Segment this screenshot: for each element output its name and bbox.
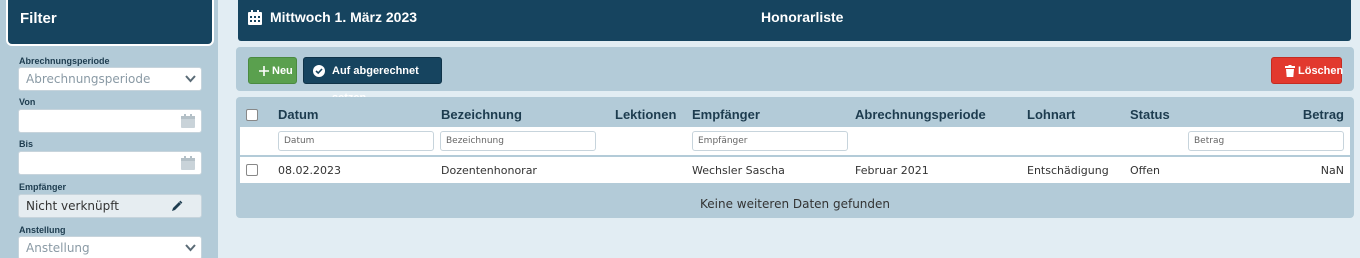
column-header-period[interactable]: Abrechnungsperiode [855,107,986,122]
new-button[interactable]: Neu [248,57,297,84]
row-checkbox[interactable] [246,164,258,176]
cell-status: Offen [1130,164,1160,177]
filter-title: Filter [20,10,57,27]
employment-select-value: Anstellung [26,241,90,255]
amount-filter-input[interactable]: Betrag [1188,131,1344,151]
column-header-lessons[interactable]: Lektionen [615,107,676,122]
pencil-icon[interactable] [171,200,183,212]
select-all-checkbox[interactable] [246,109,258,121]
calendar-icon[interactable] [181,114,195,128]
column-header-status[interactable]: Status [1130,107,1170,122]
chevron-down-icon [185,75,196,83]
cell-period: Februar 2021 [855,164,929,177]
date-filter-input[interactable]: Datum [278,131,434,151]
page-title: Honorarliste [761,9,844,25]
current-date: Mittwoch 1. März 2023 [270,9,418,25]
chevron-down-icon [185,244,196,252]
calendar-icon[interactable] [181,156,195,170]
cell-date: 08.02.2023 [278,164,341,177]
from-label: Von [19,97,36,107]
delete-button-label: Löschen [1298,65,1344,77]
period-select-value: Abrechnungsperiode [26,72,151,86]
page-header: Mittwoch 1. März 2023 Honorarliste [238,0,1351,41]
no-more-data-message: Keine weiteren Daten gefunden [699,197,891,211]
filter-header: Filter [8,0,212,44]
period-label: Abrechnungsperiode [19,56,110,66]
description-filter-input[interactable]: Bezeichnung [440,131,596,151]
cell-recipient: Wechsler Sascha [692,164,785,177]
new-button-label: Neu [272,65,293,77]
table-header: Datum Bezeichnung Lektionen Empfänger Ab… [240,99,1350,125]
employment-label: Anstellung [19,225,66,235]
recipient-filter-input[interactable]: Empfänger [692,131,848,151]
cell-amount: NaN [1320,164,1344,177]
mark-settled-button[interactable]: Auf abgerechnet setzen [303,57,442,104]
recipient-field[interactable]: Nicht verknüpft [18,194,202,218]
to-label: Bis [19,139,34,149]
delete-button[interactable]: Löschen [1271,57,1344,84]
column-header-amount[interactable]: Betrag [1303,107,1344,122]
trash-icon [1285,65,1295,77]
employment-select[interactable]: Anstellung [18,236,202,258]
recipient-value: Nicht verknüpft [26,199,119,213]
cell-description: Dozentenhonorar [441,164,537,177]
column-header-description[interactable]: Bezeichnung [441,107,522,122]
honorar-table: Datum Bezeichnung Lektionen Empfänger Ab… [236,97,1354,218]
recipient-label: Empfänger [19,182,67,192]
from-date-input[interactable] [18,109,202,133]
column-header-recipient[interactable]: Empfänger [692,107,760,122]
table-row[interactable]: 08.02.2023 Dozentenhonorar Wechsler Sasc… [240,157,1350,183]
plus-icon [259,66,269,76]
table-filter-row: Datum Bezeichnung Empfänger Betrag [240,127,1350,155]
period-select[interactable]: Abrechnungsperiode [18,67,202,91]
cell-wage-type: Entschädigung [1027,164,1109,177]
column-header-date[interactable]: Datum [278,107,318,122]
calendar-icon [248,10,262,25]
column-header-wage-type[interactable]: Lohnart [1027,107,1075,122]
filter-sidebar: Filter Abrechnungsperiode Abrechnungsper… [0,0,218,258]
check-circle-icon [313,65,325,77]
to-date-input[interactable] [18,151,202,175]
action-toolbar: Neu Auf abgerechnet setzen Löschen [236,47,1354,104]
